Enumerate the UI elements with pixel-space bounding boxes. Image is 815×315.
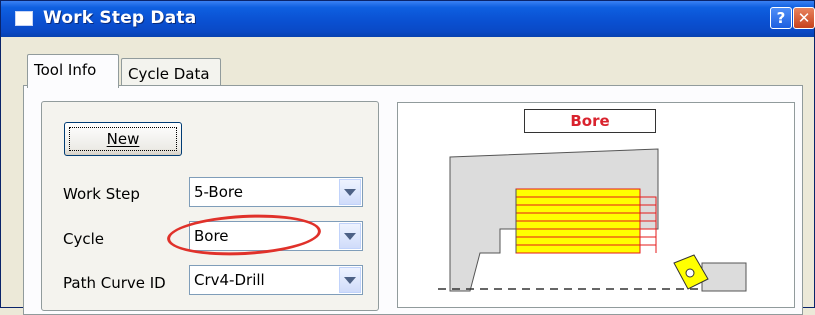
chevron-down-icon[interactable] bbox=[339, 223, 361, 249]
bore-region bbox=[515, 188, 657, 254]
close-button[interactable]: ✕ bbox=[793, 7, 815, 29]
cycle-label: Cycle bbox=[63, 230, 104, 248]
work-step-value: 5-Bore bbox=[194, 183, 243, 201]
tab-tool-info[interactable]: Tool Info bbox=[27, 54, 119, 88]
dialog-window: Work Step Data ? ✕ Tool Info Cycle Data … bbox=[0, 0, 815, 315]
window-icon bbox=[15, 11, 33, 26]
help-button[interactable]: ? bbox=[770, 7, 792, 29]
bore-preview: Bore bbox=[397, 102, 795, 308]
question-icon: ? bbox=[776, 9, 786, 27]
work-step-label: Work Step bbox=[63, 185, 140, 203]
close-icon: ✕ bbox=[797, 9, 811, 27]
bore-diagram bbox=[438, 148, 747, 292]
path-curve-id-label: Path Curve ID bbox=[63, 274, 166, 292]
chevron-down-icon[interactable] bbox=[339, 267, 361, 293]
window-title: Work Step Data bbox=[43, 8, 197, 28]
work-step-select[interactable]: 5-Bore bbox=[189, 177, 363, 207]
title-bar[interactable]: Work Step Data ? ✕ bbox=[1, 1, 815, 37]
focus-rect bbox=[69, 127, 177, 151]
path-curve-id-value: Crv4-Drill bbox=[194, 271, 265, 289]
chevron-down-icon[interactable] bbox=[339, 179, 361, 205]
tab-cycle-data[interactable]: Cycle Data bbox=[121, 58, 221, 86]
new-button[interactable]: New bbox=[64, 122, 182, 156]
path-curve-id-select[interactable]: Crv4-Drill bbox=[189, 265, 363, 295]
tool-holder bbox=[701, 262, 747, 292]
